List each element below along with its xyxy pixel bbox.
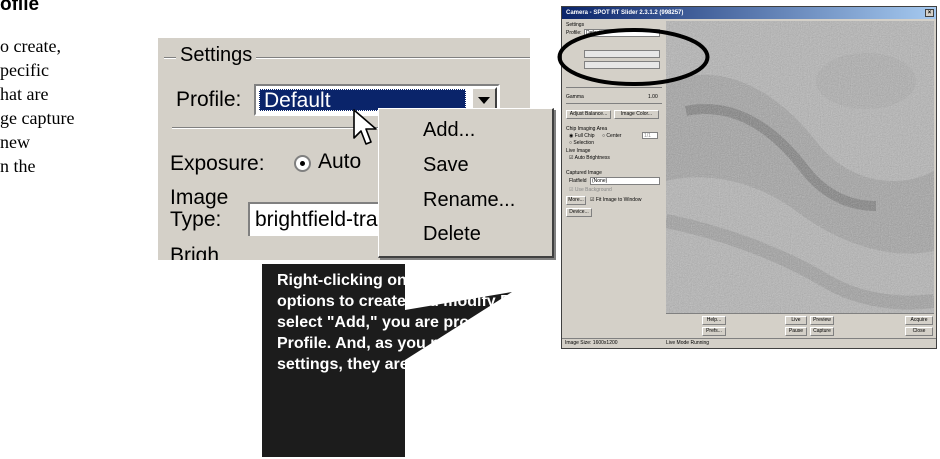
mini-live-button[interactable]: Live — [785, 316, 807, 325]
mini-bg-subtraction-check[interactable]: ☑ Use Background — [569, 187, 612, 193]
mini-flatfield-combo[interactable]: (None) — [590, 177, 660, 185]
menu-item-add[interactable]: Add... — [423, 119, 475, 142]
settings-group-label: Settings — [176, 44, 257, 67]
mini-more-button[interactable]: More... — [566, 196, 586, 205]
doc-line-5: new — [0, 132, 30, 152]
mini-fit-window-check[interactable]: ☑ Fit Image to Window — [590, 197, 641, 203]
menu-item-delete[interactable]: Delete — [423, 223, 481, 246]
mini-image-color-button[interactable]: Image Color... — [614, 110, 659, 119]
image-type-label-2: Type: — [170, 208, 222, 231]
highlight-ellipse — [557, 28, 710, 86]
exposure-auto-label: Auto — [318, 150, 362, 173]
window-titlebar: Camera - SPOT RT Slider 2.3.1.2 (998257)… — [562, 7, 936, 19]
doc-line-3: hat are — [0, 84, 49, 104]
mini-help-button[interactable]: Help... — [702, 316, 726, 325]
mini-status-bar: Image Size: 1600x1200 Live Mode Running — [562, 338, 936, 348]
mini-auto-brightness-check[interactable]: ☑ Auto Brightness — [569, 155, 610, 161]
mini-prefs-button[interactable]: Prefs... — [702, 327, 726, 336]
mini-status-size: Image Size: 1600x1200 — [565, 340, 618, 346]
close-icon[interactable]: × — [925, 9, 934, 17]
menu-item-rename[interactable]: Rename... — [423, 189, 515, 212]
mini-full-chip-radio[interactable]: ◉ Full Chip — [569, 133, 595, 139]
mini-center-radio[interactable]: ○ Center — [602, 133, 621, 139]
mini-flatfield-label: Flatfield — [569, 178, 587, 184]
doc-line-4: ge capture — [0, 108, 75, 128]
mini-auto-brightness-label: Auto Brightness — [574, 155, 610, 161]
mini-center-field[interactable]: 1/1 — [642, 132, 658, 139]
mini-device-button[interactable]: Device... — [566, 208, 592, 217]
mini-gamma-slider[interactable] — [566, 103, 662, 104]
menu-item-save[interactable]: Save — [423, 154, 469, 177]
mini-divider — [666, 313, 934, 314]
doc-heading: ofile — [0, 0, 40, 15]
mini-chip-area-label: Chip Imaging Area — [566, 126, 608, 132]
profile-context-menu: Add... Save Rename... Delete — [378, 108, 554, 258]
profile-label: Profile: — [176, 88, 242, 111]
mini-center-label: Center — [606, 133, 622, 139]
mini-adjust-balance-button[interactable]: Adjust Balance... — [566, 110, 611, 119]
mini-gamma-value: 1.00 — [648, 94, 658, 100]
image-type-value: brightfield-tra — [255, 208, 378, 231]
doc-line-1: o create, — [0, 36, 61, 56]
mini-selection-radio[interactable]: ○ Selection — [569, 140, 594, 146]
window-title: Camera - SPOT RT Slider 2.3.1.2 (998257) — [566, 10, 684, 16]
mini-bg-subtraction-label: Use Background — [574, 187, 612, 193]
mini-capture-button[interactable]: Capture — [810, 327, 834, 336]
exposure-label: Exposure: — [170, 152, 265, 175]
mini-preview-button[interactable]: Preview — [810, 316, 834, 325]
profile-value: Default — [264, 89, 331, 112]
mini-pause-button[interactable]: Pause — [785, 327, 807, 336]
mini-captured-label: Captured Image — [566, 170, 602, 176]
chevron-down-icon — [478, 97, 490, 104]
exposure-auto-radio[interactable] — [294, 155, 311, 172]
mini-live-image-label: Live Image — [566, 148, 591, 154]
mini-fit-window-label: Fit Image to Window — [595, 197, 642, 203]
mini-status-mode: Live Mode Running — [666, 340, 710, 346]
image-type-label-1: Image — [170, 186, 229, 209]
doc-line-2: pecific — [0, 60, 49, 80]
mini-full-chip-label: Full Chip — [574, 133, 595, 139]
mini-close-button[interactable]: Close — [905, 327, 933, 336]
mini-acquire-button[interactable]: Acquire — [905, 316, 933, 325]
mouse-pointer-icon — [353, 109, 377, 145]
mini-gamma-label: Gamma — [566, 94, 584, 100]
doc-line-6: n the — [0, 156, 36, 176]
mini-selection-label: Selection — [573, 140, 594, 146]
brightness-label-cut: Brigh — [170, 244, 220, 260]
